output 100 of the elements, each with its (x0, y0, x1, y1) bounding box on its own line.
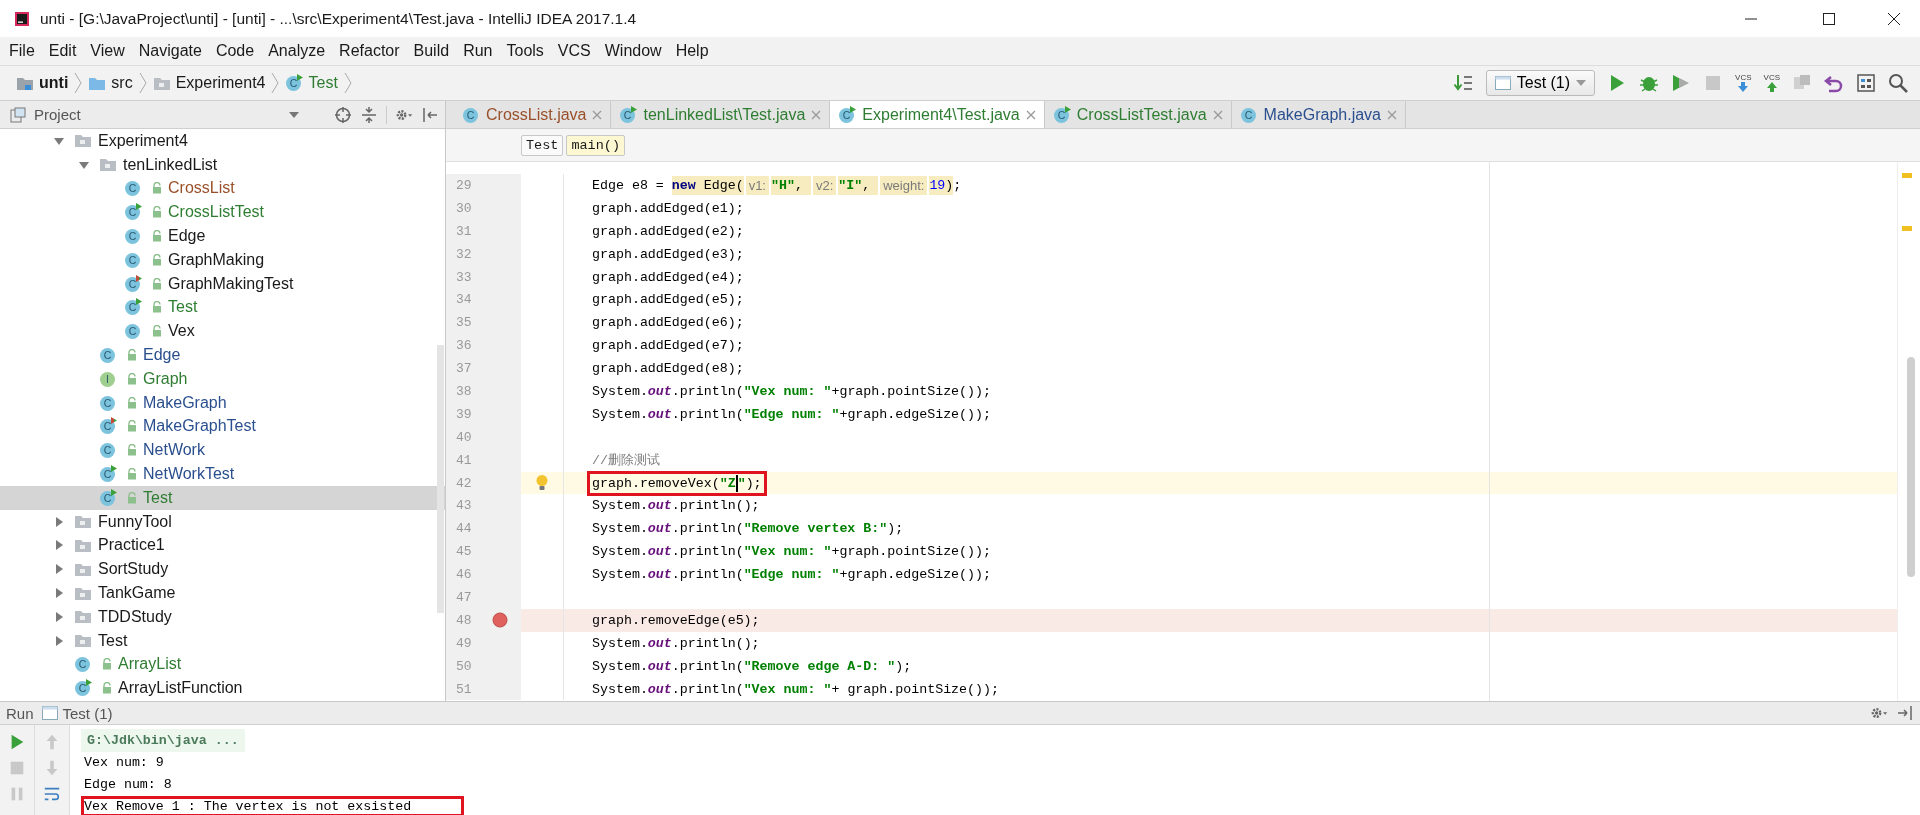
tree-item[interactable]: C NetWork (0, 438, 445, 463)
tree-item[interactable]: TankGame (0, 581, 445, 605)
module-icon (16, 75, 34, 91)
tree-item[interactable]: C Vex (0, 319, 445, 344)
menu-item[interactable]: Help (668, 42, 716, 60)
menu-item[interactable]: Tools (499, 42, 551, 60)
tree-item[interactable]: C Edge (0, 343, 445, 367)
expand-arrow-icon[interactable] (54, 611, 64, 622)
vcs-update-button[interactable]: VCS (1735, 74, 1752, 92)
tree-item-label: TankGame (98, 584, 176, 603)
breadcrumb-item[interactable]: src (84, 74, 137, 92)
tree-item[interactable]: C ArrayListFunction (0, 676, 445, 701)
line-number: 47 (455, 589, 473, 605)
search-icon[interactable] (1887, 72, 1909, 94)
hide-panel-icon[interactable] (1896, 704, 1914, 722)
menu-item[interactable]: Run (456, 42, 500, 60)
soft-wrap-icon[interactable] (43, 785, 61, 803)
tree-item-label: tenLinkedList (123, 155, 218, 174)
tree-item[interactable]: I Graph (0, 366, 445, 391)
expand-arrow-icon[interactable] (54, 635, 64, 646)
caret-icon[interactable] (288, 111, 299, 118)
breadcrumb-item[interactable]: C Test (281, 74, 342, 92)
scrollbar-thumb[interactable] (437, 345, 444, 613)
breadcrumb-item[interactable]: Experiment4 (148, 74, 270, 92)
expand-arrow-icon[interactable] (54, 540, 64, 551)
menu-item[interactable]: View (83, 42, 132, 60)
menu-item[interactable]: Refactor (332, 42, 407, 60)
breadcrumb-item[interactable]: Test (521, 134, 564, 156)
folder-icon (74, 537, 92, 553)
scrollbar-thumb[interactable] (1907, 357, 1915, 577)
close-icon[interactable] (1387, 109, 1397, 120)
run-tab[interactable]: Test (1) (41, 704, 113, 722)
run-config-dropdown[interactable]: Test (1) (1485, 70, 1596, 96)
tree-item[interactable]: C NetWorkTest (0, 462, 445, 486)
line-number: 43 (455, 498, 473, 514)
lock-icon (102, 682, 112, 695)
collapse-arrow-icon[interactable] (54, 135, 64, 146)
collapse-arrow-icon[interactable] (79, 159, 89, 170)
menu-item[interactable]: Edit (41, 42, 84, 60)
tab-label: tenLinkedList\Test.java (643, 105, 806, 124)
tree-item[interactable]: C MakeGraph (0, 390, 445, 415)
collapse-all-icon[interactable] (360, 105, 378, 124)
tree-item[interactable]: Practice1 (0, 533, 445, 558)
vcs-commit-button[interactable]: VCS (1763, 74, 1780, 92)
tree-item-label: MakeGraphTest (143, 417, 256, 436)
menu-item[interactable]: Code (208, 42, 262, 60)
tree-item[interactable]: C GraphMakingTest (0, 271, 445, 296)
tree-item-label: Edge (143, 346, 181, 365)
class-icon: C (124, 298, 142, 317)
lock-icon (152, 325, 162, 338)
panel-title[interactable]: Project (34, 106, 81, 123)
locate-icon[interactable] (334, 105, 352, 124)
line-number: 37 (455, 361, 473, 377)
menu-item[interactable]: Analyze (261, 42, 333, 60)
class-icon: C (619, 105, 638, 124)
tree-item[interactable]: C Edge (0, 224, 445, 248)
lightbulb-icon[interactable] (535, 474, 549, 492)
tree-item[interactable]: C Test (0, 295, 445, 320)
tree-item[interactable]: C ArrayList (0, 652, 445, 677)
menu-item[interactable]: File (2, 42, 42, 60)
tree-item[interactable]: TDDStudy (0, 604, 445, 629)
close-icon[interactable] (811, 109, 822, 120)
tree-item[interactable]: C CrossList (0, 176, 445, 201)
breadcrumb-item[interactable]: unti (12, 74, 73, 92)
folder-icon (74, 561, 92, 577)
tree-item[interactable]: C GraphMaking (0, 248, 445, 272)
menu-item[interactable]: VCS (550, 42, 598, 60)
project-structure-icon[interactable] (1855, 72, 1877, 94)
close-icon[interactable] (1025, 109, 1036, 120)
expand-arrow-icon[interactable] (54, 516, 64, 527)
breadcrumb-item[interactable]: main() (566, 134, 625, 156)
line-number: 32 (455, 246, 473, 262)
tree-item[interactable]: C Test (0, 485, 445, 510)
tree-item[interactable]: C CrossListTest (0, 200, 445, 225)
menu-item[interactable]: Navigate (131, 42, 209, 60)
close-icon[interactable] (592, 109, 603, 120)
tree-item-label: Test (168, 298, 198, 317)
editor-tab[interactable]: C Experiment4\Test.java (830, 101, 1045, 128)
tree-item[interactable]: Experiment4 (0, 129, 445, 153)
class-icon: C (124, 322, 142, 341)
breakpoint-icon[interactable] (492, 612, 508, 629)
lock-icon (127, 444, 137, 457)
hide-panel-icon[interactable] (421, 105, 439, 124)
close-icon (1888, 12, 1900, 25)
tree-item[interactable]: FunnyTool (0, 509, 445, 534)
class-icon: C (1052, 105, 1071, 124)
tree-item[interactable]: Test (0, 628, 445, 653)
close-icon[interactable] (1212, 109, 1223, 120)
chevron-icon (138, 72, 147, 94)
expand-arrow-icon[interactable] (54, 564, 64, 575)
tree-item[interactable]: C MakeGraphTest (0, 414, 445, 439)
tree-item[interactable]: tenLinkedList (0, 152, 445, 177)
tree-item[interactable]: SortStudy (0, 557, 445, 582)
menu-item[interactable]: Window (597, 42, 669, 60)
tree-item-label: NetWorkTest (143, 465, 235, 484)
class-icon: C (124, 179, 142, 198)
lock-icon (152, 301, 162, 314)
code-line: System.out.println("Vex num: "+ graph.pointSize()); (591, 680, 1000, 699)
expand-arrow-icon[interactable] (54, 588, 64, 599)
menu-item[interactable]: Build (406, 42, 457, 60)
